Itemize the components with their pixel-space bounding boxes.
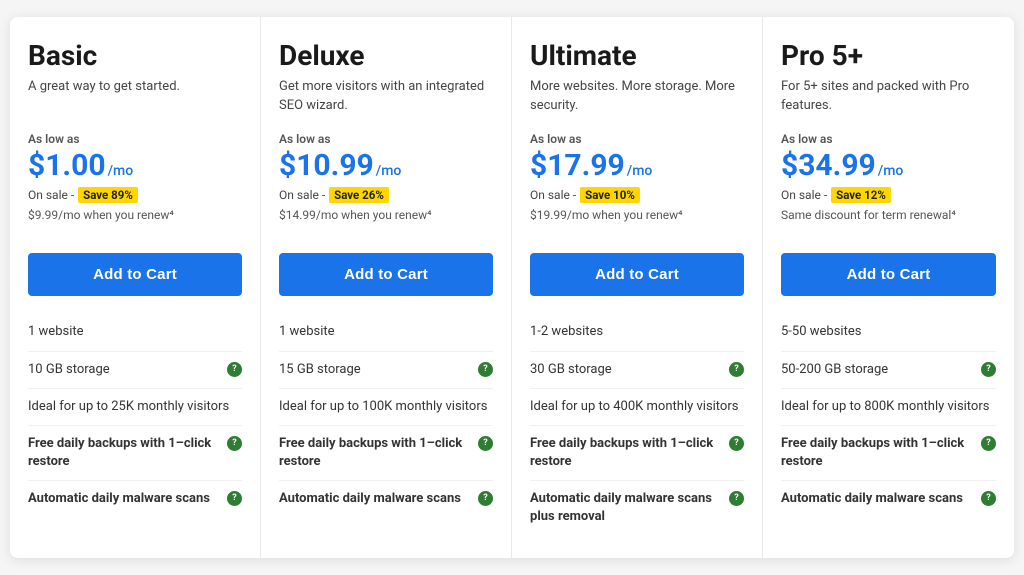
features-list-ultimate: 1-2 websites 30 GB storage ? Ideal for u… <box>530 314 744 535</box>
price-row-pro5plus: $34.99 /mo <box>781 148 996 183</box>
feature-item-2-0: 1-2 websites <box>530 314 744 350</box>
help-icon[interactable]: ? <box>478 362 493 377</box>
feature-item-2-1: 30 GB storage ? <box>530 351 744 388</box>
on-sale-text-pro5plus: On sale - <box>781 188 827 202</box>
sale-row-pro5plus: On sale - Save 12% <box>781 187 996 203</box>
help-icon[interactable]: ? <box>981 491 996 506</box>
feature-item-2-4: Automatic daily malware scans plus remov… <box>530 480 744 535</box>
feature-item-3-3: Free daily backups with 1–click restore … <box>781 425 996 480</box>
plan-desc-ultimate: More websites. More storage. More securi… <box>530 78 744 118</box>
price-row-deluxe: $10.99 /mo <box>279 148 493 183</box>
help-icon[interactable]: ? <box>478 491 493 506</box>
help-icon[interactable]: ? <box>227 436 242 451</box>
feature-item-3-2: Ideal for up to 800K monthly visitors <box>781 388 996 425</box>
save-badge-pro5plus: Save 12% <box>831 187 891 203</box>
price-row-basic: $1.00 /mo <box>28 148 242 183</box>
plan-name-pro5plus: Pro 5+ <box>781 39 996 72</box>
features-list-pro5plus: 5-50 websites 50-200 GB storage ? Ideal … <box>781 314 996 517</box>
as-low-as-basic: As low as <box>28 132 242 146</box>
renew-text-ultimate: $19.99/mo when you renew⁴ <box>530 207 744 237</box>
price-basic: $1.00 <box>28 148 106 183</box>
renew-text-deluxe: $14.99/mo when you renew⁴ <box>279 207 493 237</box>
help-icon[interactable]: ? <box>478 436 493 451</box>
feature-item-2-3: Free daily backups with 1–click restore … <box>530 425 744 480</box>
feature-item-3-0: 5-50 websites <box>781 314 996 350</box>
on-sale-text-ultimate: On sale - <box>530 188 576 202</box>
renew-text-pro5plus: Same discount for term renewal⁴ <box>781 207 996 237</box>
add-to-cart-deluxe[interactable]: Add to Cart <box>279 253 493 296</box>
on-sale-text-basic: On sale - <box>28 188 74 202</box>
sale-row-basic: On sale - Save 89% <box>28 187 242 203</box>
features-list-deluxe: 1 website 15 GB storage ? Ideal for up t… <box>279 314 493 517</box>
help-icon[interactable]: ? <box>729 436 744 451</box>
plan-card-deluxe: Deluxe Get more visitors with an integra… <box>261 17 512 557</box>
help-icon[interactable]: ? <box>729 362 744 377</box>
help-icon[interactable]: ? <box>981 362 996 377</box>
plan-card-pro5plus: Pro 5+ For 5+ sites and packed with Pro … <box>763 17 1014 557</box>
feature-item-2-2: Ideal for up to 400K monthly visitors <box>530 388 744 425</box>
plan-name-ultimate: Ultimate <box>530 39 744 72</box>
add-to-cart-basic[interactable]: Add to Cart <box>28 253 242 296</box>
as-low-as-deluxe: As low as <box>279 132 493 146</box>
price-row-ultimate: $17.99 /mo <box>530 148 744 183</box>
feature-item-1-3: Free daily backups with 1–click restore … <box>279 425 493 480</box>
price-mo-pro5plus: /mo <box>878 163 904 179</box>
add-to-cart-pro5plus[interactable]: Add to Cart <box>781 253 996 296</box>
feature-item-3-1: 50-200 GB storage ? <box>781 351 996 388</box>
renew-text-basic: $9.99/mo when you renew⁴ <box>28 207 242 237</box>
feature-item-1-0: 1 website <box>279 314 493 350</box>
plan-name-deluxe: Deluxe <box>279 39 493 72</box>
plan-card-basic: Basic A great way to get started. As low… <box>10 17 261 557</box>
price-pro5plus: $34.99 <box>781 148 876 183</box>
price-mo-ultimate: /mo <box>627 163 653 179</box>
feature-item-0-3: Free daily backups with 1–click restore … <box>28 425 242 480</box>
as-low-as-pro5plus: As low as <box>781 132 996 146</box>
pricing-grid: Basic A great way to get started. As low… <box>10 17 1014 557</box>
feature-item-0-0: 1 website <box>28 314 242 350</box>
features-list-basic: 1 website 10 GB storage ? Ideal for up t… <box>28 314 242 517</box>
help-icon[interactable]: ? <box>227 491 242 506</box>
help-icon[interactable]: ? <box>729 491 744 506</box>
feature-item-3-4: Automatic daily malware scans ? <box>781 480 996 517</box>
price-deluxe: $10.99 <box>279 148 374 183</box>
price-mo-deluxe: /mo <box>376 163 402 179</box>
plan-desc-deluxe: Get more visitors with an integrated SEO… <box>279 78 493 118</box>
feature-item-1-1: 15 GB storage ? <box>279 351 493 388</box>
plan-desc-basic: A great way to get started. <box>28 78 242 118</box>
save-badge-ultimate: Save 10% <box>580 187 640 203</box>
feature-item-0-1: 10 GB storage ? <box>28 351 242 388</box>
plan-name-basic: Basic <box>28 39 242 72</box>
help-icon[interactable]: ? <box>981 436 996 451</box>
feature-item-1-2: Ideal for up to 100K monthly visitors <box>279 388 493 425</box>
add-to-cart-ultimate[interactable]: Add to Cart <box>530 253 744 296</box>
save-badge-deluxe: Save 26% <box>329 187 389 203</box>
feature-item-0-2: Ideal for up to 25K monthly visitors <box>28 388 242 425</box>
on-sale-text-deluxe: On sale - <box>279 188 325 202</box>
price-mo-basic: /mo <box>108 163 134 179</box>
price-ultimate: $17.99 <box>530 148 625 183</box>
feature-item-1-4: Automatic daily malware scans ? <box>279 480 493 517</box>
plan-desc-pro5plus: For 5+ sites and packed with Pro feature… <box>781 78 996 118</box>
save-badge-basic: Save 89% <box>78 187 138 203</box>
sale-row-deluxe: On sale - Save 26% <box>279 187 493 203</box>
help-icon[interactable]: ? <box>227 362 242 377</box>
feature-item-0-4: Automatic daily malware scans ? <box>28 480 242 517</box>
sale-row-ultimate: On sale - Save 10% <box>530 187 744 203</box>
plan-card-ultimate: Ultimate More websites. More storage. Mo… <box>512 17 763 557</box>
as-low-as-ultimate: As low as <box>530 132 744 146</box>
